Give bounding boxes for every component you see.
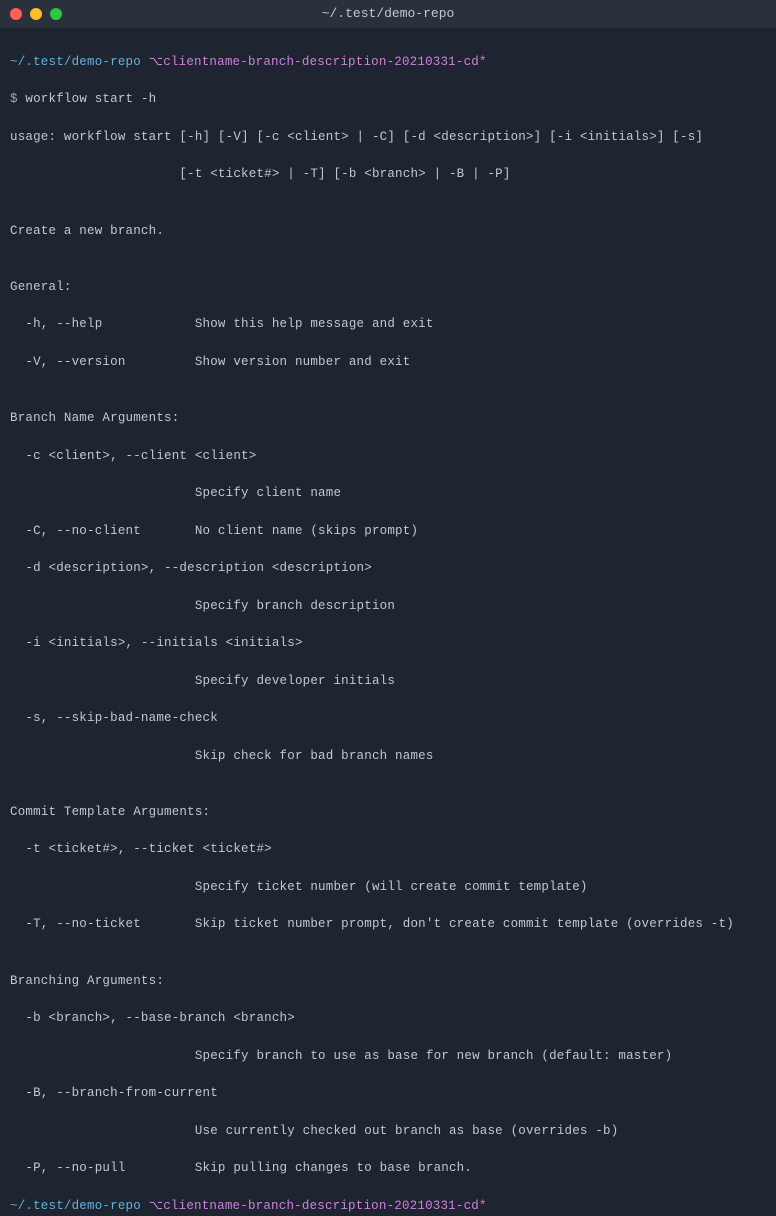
close-icon[interactable] (10, 8, 22, 20)
maximize-icon[interactable] (50, 8, 62, 20)
terminal-content[interactable]: ~/.test/demo-repo ⌥clientname-branch-des… (0, 28, 776, 1216)
output-line: -s, --skip-bad-name-check (10, 709, 766, 728)
output-section-header: Branching Arguments: (10, 972, 766, 991)
prompt-dollar: $ (10, 92, 25, 106)
output-line: -h, --help Show this help message and ex… (10, 315, 766, 334)
prompt-path: ~/.test/demo-repo (10, 55, 149, 69)
prompt-line-1: ~/.test/demo-repo ⌥clientname-branch-des… (10, 53, 766, 72)
output-line: Specify branch to use as base for new br… (10, 1047, 766, 1066)
command-text: workflow start -h (25, 92, 156, 106)
output-line: Specify developer initials (10, 672, 766, 691)
output-line: Specify ticket number (will create commi… (10, 878, 766, 897)
minimize-icon[interactable] (30, 8, 42, 20)
window-title: ~/.test/demo-repo (0, 4, 776, 24)
output-line: -d <description>, --description <descrip… (10, 559, 766, 578)
output-line: -P, --no-pull Skip pulling changes to ba… (10, 1159, 766, 1178)
command-line-1: $ workflow start -h (10, 90, 766, 109)
output-section-header: General: (10, 278, 766, 297)
output-line: Skip check for bad branch names (10, 747, 766, 766)
output-line: [-t <ticket#> | -T] [-b <branch> | -B | … (10, 165, 766, 184)
output-line: -c <client>, --client <client> (10, 447, 766, 466)
output-line: Create a new branch. (10, 222, 766, 241)
output-line: usage: workflow start [-h] [-V] [-c <cli… (10, 128, 766, 147)
output-line: Specify branch description (10, 597, 766, 616)
output-section-header: Branch Name Arguments: (10, 409, 766, 428)
output-line: Use currently checked out branch as base… (10, 1122, 766, 1141)
prompt-branch: ⌥clientname-branch-description-20210331-… (149, 1199, 487, 1213)
output-line: -C, --no-client No client name (skips pr… (10, 522, 766, 541)
output-line: -t <ticket#>, --ticket <ticket#> (10, 840, 766, 859)
prompt-line-2: ~/.test/demo-repo ⌥clientname-branch-des… (10, 1197, 766, 1216)
output-line: -B, --branch-from-current (10, 1084, 766, 1103)
titlebar: ~/.test/demo-repo (0, 0, 776, 28)
traffic-lights (10, 8, 62, 20)
output-line: -i <initials>, --initials <initials> (10, 634, 766, 653)
output-section-header: Commit Template Arguments: (10, 803, 766, 822)
output-line: Specify client name (10, 484, 766, 503)
prompt-branch: ⌥clientname-branch-description-20210331-… (149, 55, 487, 69)
output-line: -b <branch>, --base-branch <branch> (10, 1009, 766, 1028)
output-line: -V, --version Show version number and ex… (10, 353, 766, 372)
output-line: -T, --no-ticket Skip ticket number promp… (10, 915, 766, 934)
prompt-path: ~/.test/demo-repo (10, 1199, 149, 1213)
